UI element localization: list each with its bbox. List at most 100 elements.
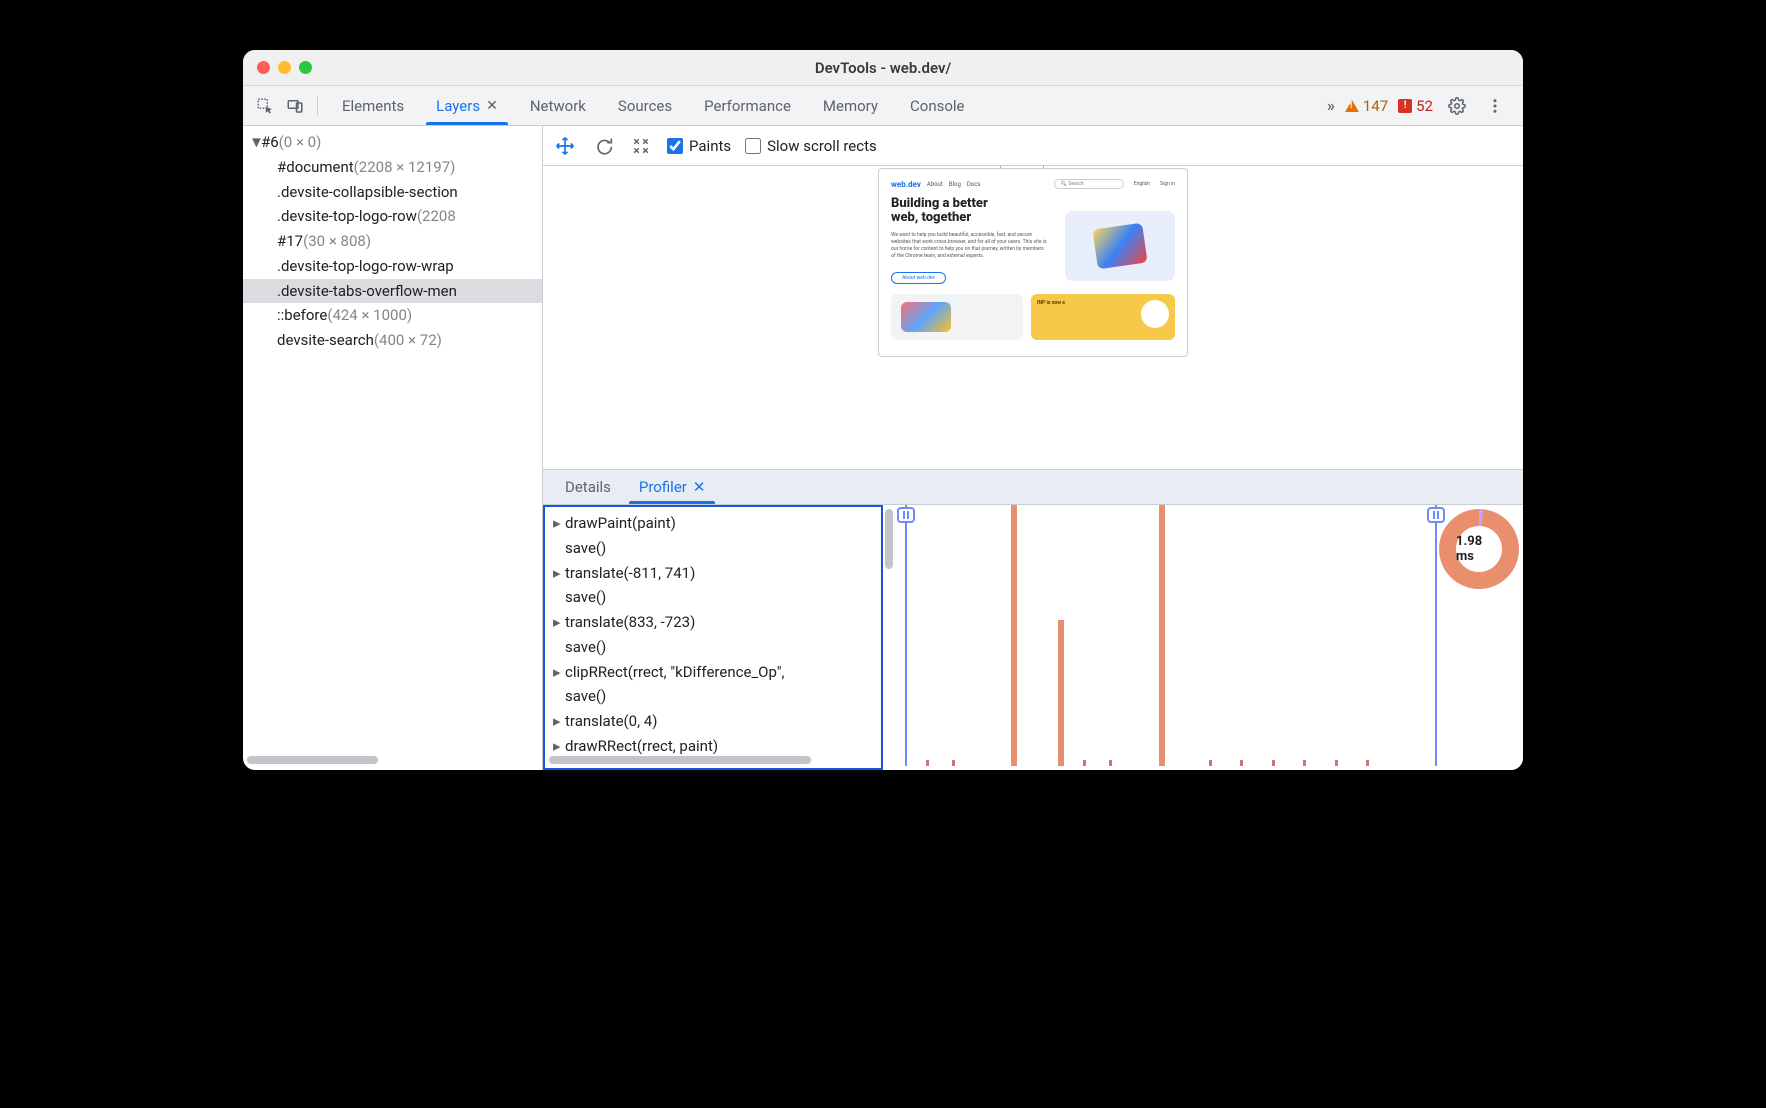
timeline-bar[interactable] [1159, 505, 1165, 766]
log-row[interactable]: ▸drawPaint(paint) [545, 511, 881, 536]
tab-layers[interactable]: Layers ✕ [420, 86, 514, 125]
nav-item: Docs [967, 181, 981, 188]
tab-label: Elements [342, 97, 404, 115]
profiler-timeline[interactable]: 1.98 ms [895, 505, 1523, 770]
tree-dims: (400 × 72) [374, 328, 442, 353]
log-row[interactable]: ▸translate(833, -723) [545, 610, 881, 635]
right-pane: Paints Slow scroll rects web.dev About B… [543, 126, 1523, 770]
hero-cta: About web.dev [891, 272, 946, 284]
panel-tabs: Elements Layers ✕ Network Sources Perfor… [326, 86, 981, 125]
tree-label: .devsite-tabs-overflow-men [277, 279, 457, 304]
main-tabbar: Elements Layers ✕ Network Sources Perfor… [243, 86, 1523, 126]
tab-label: Performance [704, 97, 791, 115]
warning-icon [1345, 100, 1359, 112]
layers-3d-viewport[interactable]: web.dev About Blog Docs 🔍 Search English… [543, 166, 1523, 469]
more-tabs-icon[interactable]: » [1327, 96, 1335, 115]
layers-tree-pane: ▼#6(0 × 0) #document(2208 × 12197) .devs… [243, 126, 543, 770]
tree-dims: (30 × 808) [303, 229, 371, 254]
page-preview: web.dev About Blog Docs 🔍 Search English… [878, 166, 1188, 357]
timeline-bar[interactable] [1058, 620, 1064, 766]
tree-row[interactable]: .devsite-collapsible-section [243, 180, 542, 205]
tree-dims: (424 × 1000) [327, 303, 412, 328]
tab-elements[interactable]: Elements [326, 86, 420, 125]
paints-checkbox[interactable]: Paints [667, 137, 731, 155]
rotate-icon[interactable] [591, 134, 615, 158]
tree-row-root[interactable]: ▼#6(0 × 0) [243, 130, 542, 155]
tab-sources[interactable]: Sources [602, 86, 688, 125]
signin: Sign in [1160, 181, 1175, 187]
tree-label: .devsite-top-logo-row-wrap [277, 254, 454, 279]
tree-label: ::before [277, 303, 327, 328]
tree-label: devsite-search [277, 328, 374, 353]
timeline-bar[interactable] [1011, 505, 1017, 766]
log-row[interactable]: ▸translate(0, 4) [545, 709, 881, 734]
close-window-button[interactable] [257, 61, 270, 74]
errors-count: 52 [1416, 97, 1433, 115]
log-hscrollbar[interactable] [549, 756, 877, 766]
tree-row[interactable]: #document(2208 × 12197) [243, 155, 542, 180]
time-donut: 1.98 ms [1439, 509, 1519, 589]
close-tab-icon[interactable]: ✕ [486, 98, 498, 114]
log-vscrollbar[interactable] [883, 505, 895, 770]
settings-icon[interactable] [1443, 92, 1471, 120]
warnings-badge[interactable]: 147 [1345, 97, 1388, 115]
divider [317, 96, 318, 116]
log-row[interactable]: ▸translate(-811, 741) [545, 561, 881, 586]
error-icon: ! [1398, 99, 1412, 113]
inspect-element-icon[interactable] [251, 92, 279, 120]
tree-row[interactable]: #17(30 × 808) [243, 229, 542, 254]
tab-performance[interactable]: Performance [688, 86, 807, 125]
slow-scroll-checkbox-input[interactable] [745, 138, 761, 154]
tab-console[interactable]: Console [894, 86, 981, 125]
tree-label: #document [277, 155, 354, 180]
log-row[interactable]: ▸clipRRect(rrect, "kDifference_Op", [545, 660, 881, 685]
slow-scroll-label: Slow scroll rects [767, 137, 877, 155]
pan-icon[interactable] [553, 134, 577, 158]
tree-dims: (2208 [417, 204, 456, 229]
tree-label: #17 [277, 229, 303, 254]
log-row[interactable]: save() [545, 585, 881, 610]
log-row[interactable]: ▸drawRRect(rrect, paint) [545, 734, 881, 759]
tree-row-selected[interactable]: .devsite-tabs-overflow-men [243, 279, 542, 304]
log-row[interactable]: save() [545, 684, 881, 709]
range-handle-right[interactable] [1435, 505, 1437, 766]
zoom-window-button[interactable] [299, 61, 312, 74]
nav-item: About [927, 181, 943, 188]
layer-detail-tabbar: Details Profiler ✕ [543, 469, 1523, 505]
layers-toolbar: Paints Slow scroll rects [543, 126, 1523, 166]
reset-view-icon[interactable] [629, 134, 653, 158]
tab-label: Sources [618, 97, 672, 115]
subtab-label: Profiler [639, 478, 687, 496]
hero-line2: web, together [891, 210, 971, 225]
errors-badge[interactable]: ! 52 [1398, 97, 1433, 115]
log-row[interactable]: save() [545, 635, 881, 660]
device-toolbar-icon[interactable] [281, 92, 309, 120]
lang: English [1134, 181, 1150, 187]
more-menu-icon[interactable] [1481, 92, 1509, 120]
hero-line1: Building a better [891, 196, 988, 211]
close-subtab-icon[interactable]: ✕ [693, 478, 706, 496]
promo-card [891, 294, 1023, 340]
tree-row[interactable]: .devsite-top-logo-row-wrap [243, 254, 542, 279]
subtab-details[interactable]: Details [551, 470, 625, 504]
tab-memory[interactable]: Memory [807, 86, 894, 125]
layers-tree[interactable]: ▼#6(0 × 0) #document(2208 × 12197) .devs… [243, 126, 542, 754]
tree-row[interactable]: devsite-search(400 × 72) [243, 328, 542, 353]
search-box: 🔍 Search [1054, 179, 1124, 189]
tab-network[interactable]: Network [514, 86, 602, 125]
tree-dims: (2208 × 12197) [354, 155, 456, 180]
site-logo: web.dev [891, 180, 921, 189]
subtab-profiler[interactable]: Profiler ✕ [625, 470, 720, 504]
page-card: web.dev About Blog Docs 🔍 Search English… [878, 168, 1188, 357]
paint-log[interactable]: ▸drawPaint(paint) save() ▸translate(-811… [543, 505, 883, 770]
range-handle-left[interactable] [905, 505, 907, 766]
minimize-window-button[interactable] [278, 61, 291, 74]
tree-row[interactable]: ::before(424 × 1000) [243, 303, 542, 328]
warnings-count: 147 [1363, 97, 1388, 115]
paints-checkbox-input[interactable] [667, 138, 683, 154]
log-row[interactable]: save() [545, 536, 881, 561]
slow-scroll-checkbox[interactable]: Slow scroll rects [745, 137, 877, 155]
tree-row[interactable]: .devsite-top-logo-row(2208 [243, 204, 542, 229]
tab-label: Console [910, 97, 965, 115]
tree-hscrollbar[interactable] [247, 754, 538, 766]
